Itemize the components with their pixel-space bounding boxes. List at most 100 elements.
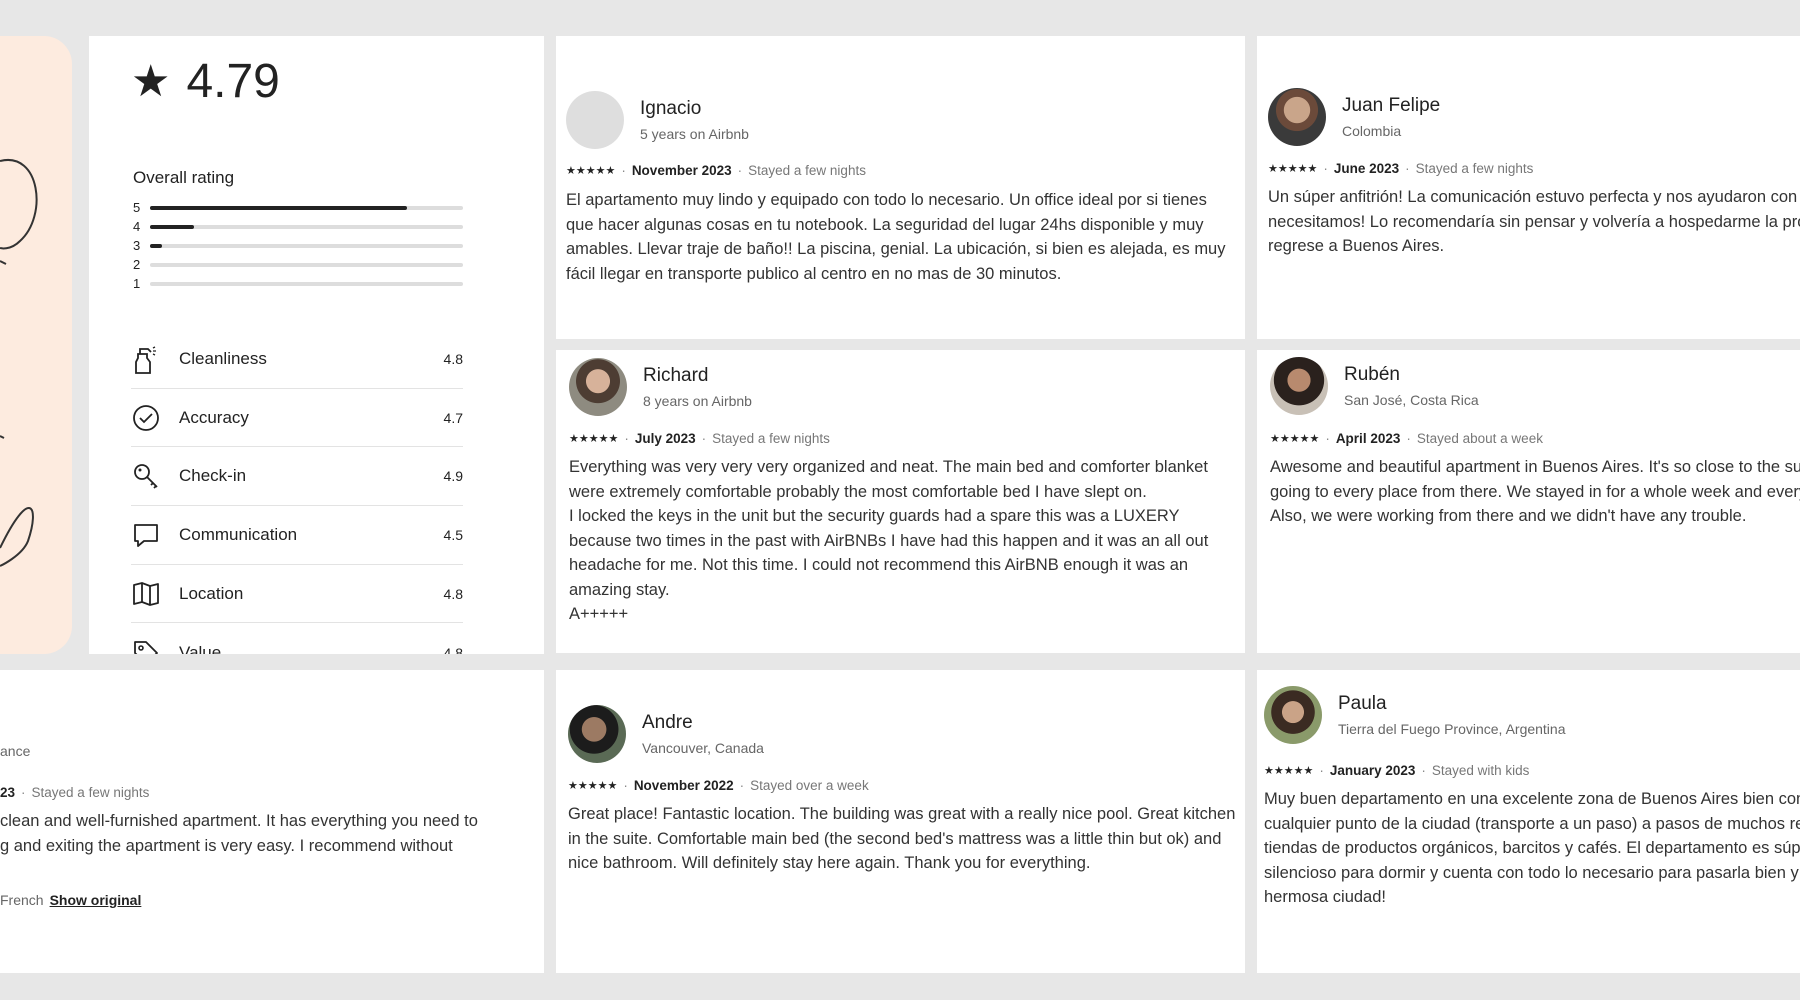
reviewer-subtitle: Colombia [1342,123,1402,139]
category-label: Location [179,583,244,603]
review-stars: ★★★★★ [1270,433,1320,445]
distribution-row: 3 [133,236,463,255]
decorative-swirl [0,158,38,567]
review-card-ignacio: Ignacio 5 years on Airbnb ★★★★★ · Novemb… [556,36,1245,339]
category-accuracy: Accuracy 4.7 [131,389,463,448]
overall-rating: ★ 4.79 [131,54,280,109]
stay-length: Stayed about a week [1416,431,1543,446]
category-label: Communication [179,524,298,544]
avatar[interactable] [1268,88,1326,146]
category-communication: Communication 4.5 [131,506,463,565]
review-stars: ★★★★★ [568,780,618,792]
show-original-link[interactable]: Show original [50,892,142,908]
review-text: Un súper anfitrión! La comunicación estu… [1268,188,1800,255]
check-circle-icon [131,403,179,433]
reviewer-name[interactable]: Andre [642,712,764,734]
reviewer-subtitle: Tierra del Fuego Province, Argentina [1338,721,1566,737]
avatar[interactable] [566,91,624,149]
review-text: clean and well-furnished apartment. It h… [0,812,478,855]
review-stars: ★★★★★ [1268,163,1318,175]
review-meta: ★★★★★ · January 2023 · Stayed with kids [1264,763,1530,778]
reviewer-name[interactable]: Ignacio [640,98,749,120]
category-label: Check-in [179,466,247,486]
category-score: 4.8 [443,350,463,367]
spray-bottle-icon [131,344,179,374]
reviewer-name[interactable]: Paula [1338,693,1566,715]
review-meta: 23 · Stayed a few nights [0,785,150,800]
decorative-panel [0,36,72,654]
review-card-paula: Paula Tierra del Fuego Province, Argenti… [1257,670,1800,973]
review-date: July 2023 [634,431,696,446]
category-score: 4.8 [443,585,463,602]
review-card-ruben: Rubén San José, Costa Rica ★★★★★ · April… [1257,350,1800,653]
review-date: June 2023 [1333,161,1400,176]
tag-icon [131,638,179,654]
review-date: April 2023 [1335,431,1401,446]
category-check-in: Check-in 4.9 [131,447,463,507]
key-icon [131,461,179,491]
review-stars: ★★★★★ [566,165,616,177]
review-date: November 2023 [631,163,732,178]
review-text: Muy buen departamento en una excelente z… [1264,790,1800,906]
rating-summary-card: ★ 4.79 Overall rating 5 4 3 2 1 Cleanlin… [89,36,544,654]
stay-length: Stayed a few nights [31,785,150,800]
review-text: El apartamento muy lindo y equipado con … [566,191,1226,283]
review-text: Everything was very very very organized … [569,458,1209,623]
review-date: November 2022 [633,778,734,793]
reviewer-subtitle: 8 years on Airbnb [643,393,752,409]
review-meta: ★★★★★ · April 2023 · Stayed about a week [1270,431,1543,446]
review-meta: ★★★★★ · June 2023 · Stayed a few nights [1268,161,1534,176]
rating-value: 4.79 [186,55,280,108]
distribution-fill [149,205,407,210]
avatar[interactable] [1270,357,1328,415]
review-card-andre: Andre Vancouver, Canada ★★★★★ · November… [556,670,1245,973]
review-card-richard: Richard 8 years on Airbnb ★★★★★ · July 2… [556,350,1245,653]
stay-length: Stayed over a week [750,778,869,793]
category-cleanliness: Cleanliness 4.8 [131,330,463,389]
map-icon [131,579,179,609]
distribution-row: 2 [133,255,463,274]
reviewer-subtitle: 5 years on Airbnb [640,126,749,142]
category-location: Location 4.8 [131,565,463,624]
category-label: Value [179,642,222,654]
stay-length: Stayed a few nights [748,163,866,178]
review-card-juan-felipe: Juan Felipe Colombia ★★★★★ · June 2023 ·… [1257,36,1800,339]
category-score: 4.5 [443,526,463,543]
reviewer-name[interactable]: Juan Felipe [1342,95,1440,117]
review-stars: ★★★★★ [1264,765,1314,777]
distribution-row: 5 [133,198,463,217]
avatar[interactable] [1264,686,1322,744]
reviewer-subtitle: Vancouver, Canada [642,740,764,756]
chat-bubble-icon [131,520,179,550]
category-score: 4.7 [443,409,463,426]
translated-from: French [0,892,44,908]
distribution-fill [149,224,194,229]
translation-note: French Show original [0,892,141,908]
avatar[interactable] [569,358,627,416]
category-label: Cleanliness [179,348,267,368]
review-date: 23 [0,785,16,800]
reviewer-name[interactable]: Rubén [1344,364,1479,386]
distribution-row: 4 [133,217,463,236]
review-meta: ★★★★★ · November 2023 · Stayed a few nig… [566,163,866,178]
avatar[interactable] [568,705,626,763]
review-stars: ★★★★★ [569,433,619,445]
rating-distribution: 5 4 3 2 1 [133,198,463,293]
stay-length: Stayed a few nights [1415,161,1534,176]
stay-length: Stayed a few nights [712,431,830,446]
review-meta: ★★★★★ · November 2022 · Stayed over a we… [568,778,869,793]
reviewer-subtitle: San José, Costa Rica [1344,392,1479,408]
category-score: 4.9 [443,468,463,485]
distribution-fill [149,243,163,248]
stay-length: Stayed with kids [1431,763,1530,778]
category-ratings: Cleanliness 4.8 Accuracy 4.7 Check-in 4.… [131,330,463,654]
review-card-partial-left: ance 23 · Stayed a few nights clean and … [0,670,544,973]
reviewer-name[interactable]: Richard [643,365,752,387]
reviewer-subtitle: ance [0,743,31,759]
category-label: Accuracy [179,407,249,427]
star-icon: ★ [131,56,171,106]
review-text: Great place! Fantastic location. The bui… [568,805,1236,872]
review-text: Awesome and beautiful apartment in Bueno… [1270,458,1800,525]
distribution-row: 1 [133,274,463,293]
overall-rating-title: Overall rating [133,168,235,187]
